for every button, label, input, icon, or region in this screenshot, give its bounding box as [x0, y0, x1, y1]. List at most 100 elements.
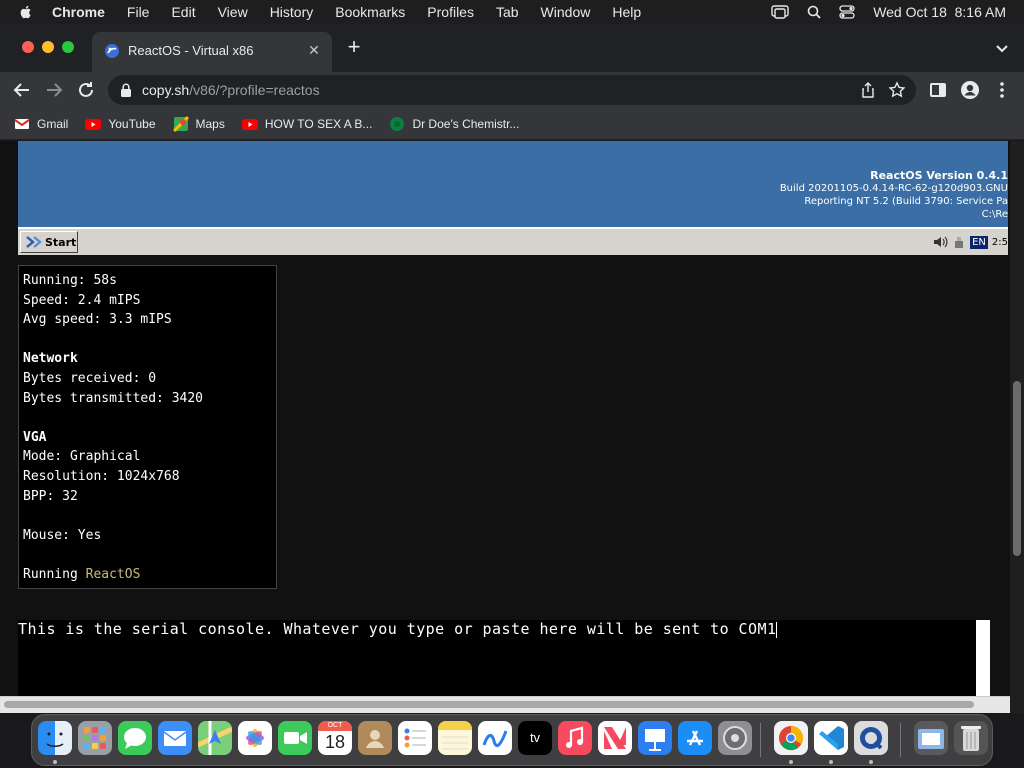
macos-menu-bar: Chrome File Edit View History Bookmarks …: [0, 0, 1024, 24]
stat-spacer: [23, 545, 276, 565]
network-heading: Network: [23, 351, 78, 367]
menu-app-name[interactable]: Chrome: [52, 4, 105, 20]
finder-icon[interactable]: [38, 721, 72, 755]
calendar-month: OCT: [318, 721, 352, 731]
mail-icon[interactable]: [158, 721, 192, 755]
news-icon[interactable]: [598, 721, 632, 755]
back-arrow-icon[interactable]: [10, 78, 34, 102]
url-text[interactable]: copy.sh/v86/?profile=reactos: [142, 82, 320, 98]
facetime-icon[interactable]: [278, 721, 312, 755]
downloads-folder-icon[interactable]: [914, 721, 948, 755]
taskbar-clock[interactable]: 2:5: [992, 237, 1008, 248]
vga-heading: VGA: [23, 429, 47, 445]
apple-tv-icon[interactable]: tv: [518, 721, 552, 755]
notes-icon[interactable]: [438, 721, 472, 755]
bookmark-youtube-video[interactable]: HOW TO SEX A B...: [241, 116, 372, 132]
bookmark-label: Gmail: [37, 116, 69, 131]
reactos-taskbar: Start EN 2:5: [18, 227, 1008, 255]
stat-bytes-transmitted: Bytes transmitted: 3420: [23, 390, 204, 406]
serial-console-text: This is the serial console. Whatever you…: [18, 620, 778, 638]
bookmark-gmail[interactable]: Gmail: [14, 116, 68, 132]
side-panel-icon[interactable]: [926, 78, 950, 102]
contacts-icon[interactable]: [358, 721, 392, 755]
apple-menu-icon[interactable]: [18, 4, 34, 20]
horizontal-scroll-thumb[interactable]: [4, 701, 974, 708]
menu-clock[interactable]: Wed Oct 18 8:16 AM: [873, 4, 1006, 20]
tab-search-chevron-icon[interactable]: [994, 40, 1010, 56]
minimize-window-button[interactable]: [42, 41, 54, 53]
bookmark-youtube[interactable]: YouTube: [85, 116, 156, 132]
menu-edit[interactable]: Edit: [171, 4, 195, 20]
reactos-version: ReactOS Version 0.4.1: [870, 169, 1008, 182]
menu-file[interactable]: File: [127, 4, 150, 20]
vscode-icon[interactable]: [814, 721, 848, 755]
zoom-window-button[interactable]: [62, 41, 74, 53]
forward-arrow-icon[interactable]: [42, 78, 66, 102]
control-center-icon[interactable]: [839, 5, 855, 19]
reactos-start-button[interactable]: Start: [20, 231, 78, 253]
menu-history[interactable]: History: [270, 4, 314, 20]
address-bar[interactable]: copy.sh/v86/?profile=reactos: [108, 75, 916, 105]
page-horizontal-scrollbar[interactable]: [0, 696, 1010, 713]
reactos-build: Build 20201105-0.4.14-RC-62-g120d903.GNU: [779, 183, 1008, 194]
menu-tab[interactable]: Tab: [496, 4, 519, 20]
reactos-path: C:\Re: [981, 209, 1008, 220]
page-vertical-scrollbar[interactable]: [1010, 141, 1024, 713]
dock-separator: [900, 723, 901, 757]
calendar-icon[interactable]: OCT 18: [318, 721, 352, 755]
active-tab[interactable]: ReactOS - Virtual x86 ✕: [92, 32, 332, 72]
lock-icon[interactable]: [120, 83, 132, 97]
menu-window[interactable]: Window: [541, 4, 591, 20]
keynote-icon[interactable]: [638, 721, 672, 755]
menu-help[interactable]: Help: [612, 4, 641, 20]
usb-device-icon[interactable]: [952, 235, 966, 249]
youtube-icon: [85, 118, 102, 130]
url-path: /v86/?profile=reactos: [189, 82, 320, 98]
quicktime-icon[interactable]: [854, 721, 888, 755]
close-window-button[interactable]: [22, 41, 34, 53]
reactos-version-info: ReactOS Version 0.4.1 Build 20201105-0.4…: [780, 169, 1008, 221]
chrome-tab-strip: ReactOS - Virtual x86 ✕ +: [0, 24, 1024, 72]
share-icon[interactable]: [860, 82, 876, 98]
chrome-menu-icon[interactable]: [990, 78, 1014, 102]
reminders-icon[interactable]: [398, 721, 432, 755]
menu-profiles[interactable]: Profiles: [427, 4, 474, 20]
keyboard-language-indicator[interactable]: EN: [970, 235, 988, 249]
trash-icon[interactable]: [954, 721, 988, 755]
bookmark-maps[interactable]: Maps: [172, 115, 225, 132]
stat-bytes-received: Bytes received: 0: [23, 370, 157, 386]
photos-icon[interactable]: [238, 721, 272, 755]
stat-spacer: [23, 506, 276, 526]
bookmarks-bar: Gmail YouTube Maps HOW TO SEX A B... Dr …: [0, 108, 1024, 140]
music-icon[interactable]: [558, 721, 592, 755]
spotlight-search-icon[interactable]: [807, 5, 821, 19]
reload-icon[interactable]: [74, 78, 98, 102]
freeform-icon[interactable]: [478, 721, 512, 755]
menu-bookmarks[interactable]: Bookmarks: [335, 4, 405, 20]
new-tab-button[interactable]: +: [342, 36, 366, 60]
apple-tv-label: tv: [529, 730, 541, 745]
maps-icon[interactable]: [198, 721, 232, 755]
bookmark-chemistry[interactable]: Dr Doe's Chemistr...: [389, 116, 519, 132]
stat-running-os: Running ReactOS: [23, 565, 276, 585]
launchpad-icon[interactable]: [78, 721, 112, 755]
messages-icon[interactable]: [118, 721, 152, 755]
vertical-scroll-thumb[interactable]: [1013, 381, 1021, 556]
bookmark-label: Dr Doe's Chemistr...: [412, 116, 520, 131]
app-store-icon[interactable]: [678, 721, 712, 755]
volume-icon[interactable]: [932, 235, 948, 249]
chrome-icon[interactable]: [774, 721, 808, 755]
bookmark-star-icon[interactable]: [888, 81, 906, 99]
running-indicator: [869, 760, 873, 764]
menu-view[interactable]: View: [218, 4, 248, 20]
calendar-day: 18: [324, 732, 346, 752]
system-settings-icon[interactable]: [718, 721, 752, 755]
text-cursor: [776, 621, 778, 638]
screen-mirroring-icon[interactable]: [771, 5, 789, 19]
reactos-reporting: Reporting NT 5.2 (Build 3790: Service Pa: [804, 196, 1008, 207]
profile-avatar-icon[interactable]: [958, 78, 982, 102]
stat-speed: Speed: 2.4 mIPS: [23, 292, 141, 308]
close-tab-icon[interactable]: ✕: [306, 42, 322, 58]
chrome-toolbar: copy.sh/v86/?profile=reactos: [0, 72, 1024, 108]
site-favicon-icon: [390, 116, 405, 131]
